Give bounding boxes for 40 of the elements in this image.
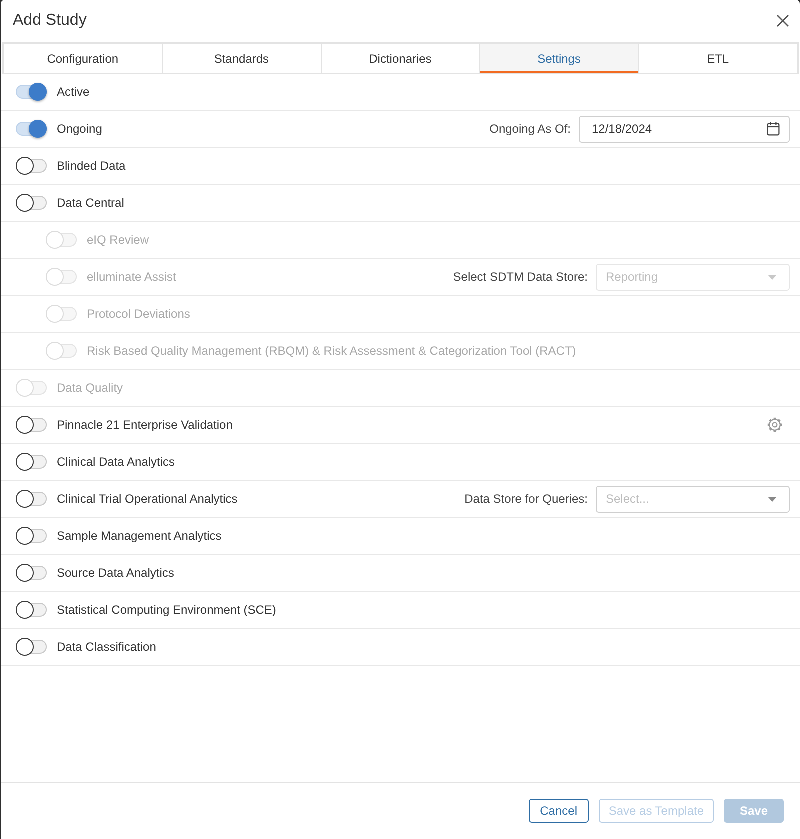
- caret-icon: [768, 496, 777, 502]
- toggle-switch[interactable]: [16, 564, 47, 582]
- toggle-switch[interactable]: [16, 83, 47, 101]
- setting-label: Ongoing: [57, 122, 102, 136]
- settings-icon[interactable]: [767, 417, 783, 433]
- toggle-switch[interactable]: [16, 120, 47, 138]
- setting-label: Clinical Trial Operational Analytics: [57, 492, 238, 506]
- outline-button[interactable]: Cancel: [528, 799, 589, 823]
- tab[interactable]: Settings: [480, 44, 640, 73]
- setting-label: Source Data Analytics: [57, 566, 174, 580]
- close-icon: [776, 14, 790, 28]
- toggle-switch[interactable]: [16, 194, 47, 212]
- close-button[interactable]: [776, 14, 790, 28]
- setting-label: Data Central: [57, 196, 124, 210]
- dialog-title: Add Study: [13, 12, 87, 30]
- caret-icon: [768, 274, 777, 280]
- field-label: Ongoing As Of:: [490, 122, 571, 136]
- setting-label: Sample Management Analytics: [57, 529, 222, 543]
- setting-label: Clinical Data Analytics: [57, 455, 176, 469]
- setting-label: eIQ Review: [87, 233, 150, 247]
- toggle-switch[interactable]: [16, 416, 47, 434]
- setting-label: Statistical Computing Environment (SCE): [57, 603, 276, 617]
- toggle-switch[interactable]: [16, 527, 47, 545]
- setting-label: Data Quality: [57, 381, 124, 395]
- calendar-icon[interactable]: [767, 122, 780, 136]
- setting-label: Risk Based Quality Management (RBQM) & Risk Assessment & Categorization Tool (RACT): [87, 344, 576, 358]
- setting-label: Blinded Data: [57, 159, 126, 173]
- toggle-switch[interactable]: [16, 157, 47, 175]
- setting-label: Active: [57, 85, 90, 99]
- toggle-switch[interactable]: [16, 638, 47, 656]
- setting-label: elluminate Assist: [87, 270, 176, 284]
- setting-label: Pinnacle 21 Enterprise Validation: [57, 418, 233, 432]
- date-field[interactable]: 12/18/2024: [579, 116, 790, 142]
- field-label: Select SDTM Data Store:: [453, 270, 588, 284]
- toggle-switch[interactable]: [16, 490, 47, 508]
- setting-label: Protocol Deviations: [87, 307, 190, 321]
- field-label: Data Store for Queries:: [464, 492, 588, 506]
- toggle-switch[interactable]: [16, 601, 47, 619]
- toggle-switch[interactable]: [16, 453, 47, 471]
- setting-label: Data Classification: [57, 640, 156, 654]
